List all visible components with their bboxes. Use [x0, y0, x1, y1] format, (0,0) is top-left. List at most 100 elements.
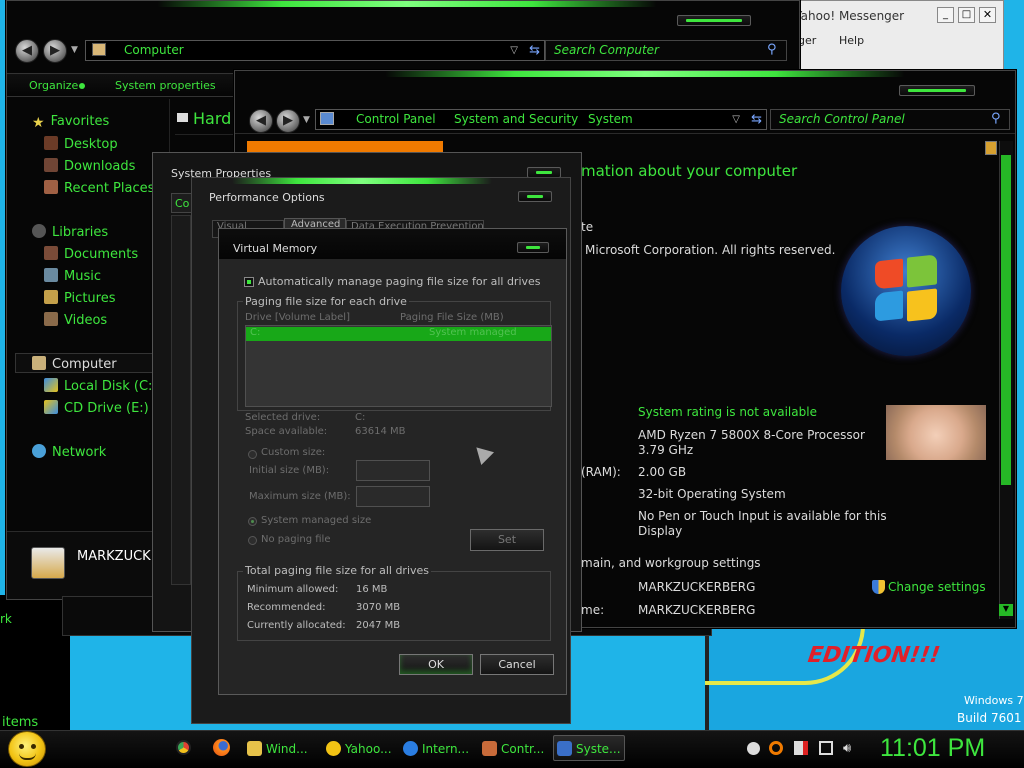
libraries-icon [32, 224, 46, 238]
cp-breadcrumb-system-security[interactable]: System and Security [454, 110, 578, 129]
network-icon [32, 444, 46, 458]
forward-icon[interactable]: ▶ [43, 39, 67, 63]
explorer-breadcrumb[interactable]: Computer [124, 43, 184, 57]
drive-list-row[interactable]: C: System managed [246, 327, 551, 341]
nav-network[interactable]: Network [32, 444, 106, 460]
help-icon[interactable] [985, 141, 997, 155]
close-icon[interactable]: ✕ [979, 7, 996, 23]
custom-size-label[interactable]: Custom size: [261, 447, 325, 458]
tray-action-center-icon[interactable] [794, 741, 808, 755]
full-name-label: me: [581, 603, 605, 617]
taskbar-clock[interactable]: 11:01 PM [880, 734, 985, 763]
drive-row-size: System managed [429, 327, 517, 338]
mouse-cursor-icon [469, 440, 495, 466]
system-rating-link[interactable]: System rating is not available [638, 405, 817, 419]
minimum-allowed-label: Minimum allowed: [247, 584, 339, 595]
explorer-window-controls[interactable] [677, 15, 751, 26]
cp-heading: mation about your computer [581, 162, 798, 180]
system-managed-label[interactable]: System managed size [261, 515, 371, 526]
nav-videos[interactable]: Videos [44, 312, 107, 328]
cp-scrollbar-thumb[interactable] [1001, 155, 1011, 485]
cancel-button[interactable]: Cancel [480, 654, 554, 675]
recommended-label: Recommended: [247, 602, 326, 613]
cp-address-dropdown-icon[interactable]: ▽ [732, 110, 740, 129]
custom-size-radio[interactable] [248, 450, 257, 459]
nav-cd-drive[interactable]: CD Drive (E:) [44, 400, 149, 416]
user-computer-icon [31, 547, 65, 579]
computer-icon [32, 356, 46, 370]
details-user-name: MARKZUCK [77, 549, 151, 564]
minimize-icon[interactable]: _ [937, 7, 954, 23]
maximize-icon[interactable]: □ [958, 7, 975, 23]
nav-computer[interactable]: Computer [32, 356, 117, 372]
pen-touch-value-2: Display [638, 524, 683, 538]
initial-size-input[interactable] [356, 460, 430, 481]
system-type-value: 32-bit Operating System [638, 487, 786, 501]
cp-window-controls[interactable] [899, 85, 975, 96]
nav-pictures[interactable]: Pictures [44, 290, 115, 306]
no-paging-radio[interactable] [248, 536, 257, 545]
history-dropdown-icon[interactable]: ▼ [71, 45, 78, 55]
taskbar-item-internet-explorer[interactable]: Intern... [399, 735, 469, 761]
explorer-address-bar[interactable]: Computer ▽ ⇆ [85, 40, 545, 61]
nav-recent-places[interactable]: Recent Places [44, 180, 154, 196]
start-button[interactable] [8, 731, 46, 767]
nav-documents[interactable]: Documents [44, 246, 138, 262]
organize-button[interactable]: Organize [29, 79, 78, 92]
refresh-icon[interactable]: ⇆ [529, 41, 540, 60]
cp-history-dropdown-icon[interactable]: ▼ [303, 115, 310, 125]
tray-network-icon[interactable] [819, 741, 833, 755]
cd-drive-icon [44, 400, 58, 414]
address-dropdown-icon[interactable]: ▽ [510, 41, 518, 60]
nav-favorites[interactable]: ★ Favorites [32, 114, 109, 131]
nav-local-disk[interactable]: Local Disk (C:) [44, 378, 157, 394]
set-button[interactable]: Set [470, 529, 544, 551]
performance-options-close[interactable] [518, 191, 552, 202]
downloads-icon [44, 158, 58, 172]
change-settings-link[interactable]: Change settings [888, 580, 986, 594]
taskbar-item-yahoo[interactable]: Yahoo... [322, 735, 392, 761]
taskbar-item-system[interactable]: Syste... [553, 735, 625, 761]
cp-breadcrumb-control-panel[interactable]: Control Panel [356, 110, 436, 129]
nav-desktop[interactable]: Desktop [44, 136, 118, 152]
messenger-window[interactable]: Yahoo! Messenger _ □ ✕ nger Help [780, 0, 1004, 76]
back-icon[interactable]: ◀ [15, 39, 39, 63]
taskbar-item-explorer[interactable]: Wind... [243, 735, 309, 761]
taskbar-item-control-panel[interactable]: Contr... [478, 735, 548, 761]
system-properties-body [171, 215, 191, 585]
cp-scroll-down-icon[interactable]: ▼ [999, 604, 1013, 616]
cp-address-bar[interactable]: Control Panel System and Security System… [315, 109, 767, 130]
cp-back-icon[interactable]: ◀ [249, 109, 273, 133]
tray-volume-icon[interactable]: 🔊︎ [843, 741, 851, 756]
nav-downloads[interactable]: Downloads [44, 158, 135, 174]
nav-music[interactable]: Music [44, 268, 101, 284]
maximum-size-input[interactable] [356, 486, 430, 507]
tray-search-icon[interactable] [769, 741, 783, 755]
explorer-search-input[interactable]: Search Computer [545, 40, 787, 61]
cp-forward-icon[interactable]: ▶ [276, 109, 300, 133]
firefox-icon[interactable] [213, 739, 230, 756]
ok-button[interactable]: OK [399, 654, 473, 675]
cp-breadcrumb-system[interactable]: System [588, 110, 633, 129]
nav-libraries[interactable]: Libraries [32, 224, 108, 240]
recent-places-icon [44, 180, 58, 194]
system-properties-button[interactable]: System properties [115, 79, 216, 92]
cp-search-icon[interactable]: ⚲ [991, 111, 1001, 126]
no-paging-label[interactable]: No paging file [261, 534, 330, 545]
chrome-icon[interactable] [176, 740, 191, 755]
search-icon[interactable]: ⚲ [767, 42, 777, 57]
auto-manage-label[interactable]: Automatically manage paging file size fo… [258, 275, 541, 288]
folder-icon [247, 741, 262, 756]
messenger-menu-2[interactable]: Help [839, 34, 864, 47]
tray-messenger-icon[interactable] [747, 742, 760, 755]
virtual-memory-dialog[interactable]: Virtual Memory Automatically manage pagi… [218, 228, 567, 695]
auto-manage-checkbox[interactable] [244, 277, 254, 287]
hard-disk-header-icon [177, 113, 188, 122]
cp-refresh-icon[interactable]: ⇆ [751, 110, 762, 129]
system-managed-radio[interactable] [248, 517, 257, 526]
star-icon: ★ [32, 115, 45, 131]
virtual-memory-close[interactable] [517, 242, 549, 253]
cp-search-input[interactable]: Search Control Panel [770, 109, 1010, 130]
selected-drive-label: Selected drive: [245, 412, 321, 423]
cp-title-glow [385, 71, 905, 77]
